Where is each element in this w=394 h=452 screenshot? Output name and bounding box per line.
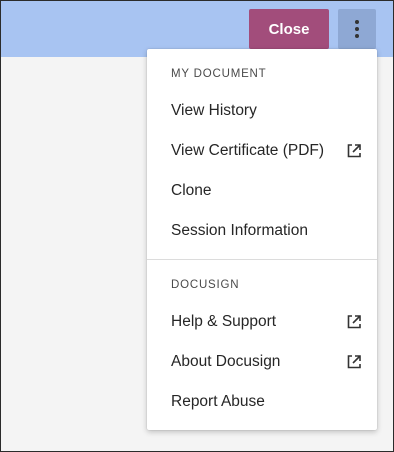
external-link-icon [347, 315, 361, 329]
menu-item-help-support[interactable]: Help & Support [147, 304, 377, 340]
external-link-icon [347, 355, 361, 369]
menu-item-report-abuse[interactable]: Report Abuse [147, 384, 377, 420]
section-header-my-document: MY DOCUMENT [171, 68, 267, 80]
menu-item-label: View Certificate (PDF) [171, 142, 325, 159]
menu-item-session-information[interactable]: Session Information [147, 213, 377, 249]
menu-item-view-history[interactable]: View History [147, 93, 377, 129]
more-options-button[interactable] [338, 9, 376, 49]
external-link-icon [347, 144, 361, 158]
menu-item-clone[interactable]: Clone [147, 173, 377, 209]
menu-item-label: View History [171, 102, 257, 119]
menu-item-view-certificate[interactable]: View Certificate (PDF) [147, 133, 377, 169]
menu-item-label: About Docusign [171, 353, 281, 370]
options-menu: MY DOCUMENT View History View Certificat… [147, 49, 377, 430]
menu-divider [147, 259, 377, 260]
vertical-ellipsis-icon [355, 20, 359, 38]
menu-item-label: Clone [171, 182, 212, 199]
menu-item-label: Help & Support [171, 313, 277, 330]
menu-item-label: Session Information [171, 222, 308, 239]
menu-item-label: Report Abuse [171, 393, 265, 410]
app-frame: Close MY DOCUMENT View History View Cert… [0, 0, 394, 452]
close-button[interactable]: Close [249, 9, 329, 49]
section-header-docusign: DOCUSIGN [171, 279, 240, 291]
menu-item-about-docusign[interactable]: About Docusign [147, 344, 377, 380]
